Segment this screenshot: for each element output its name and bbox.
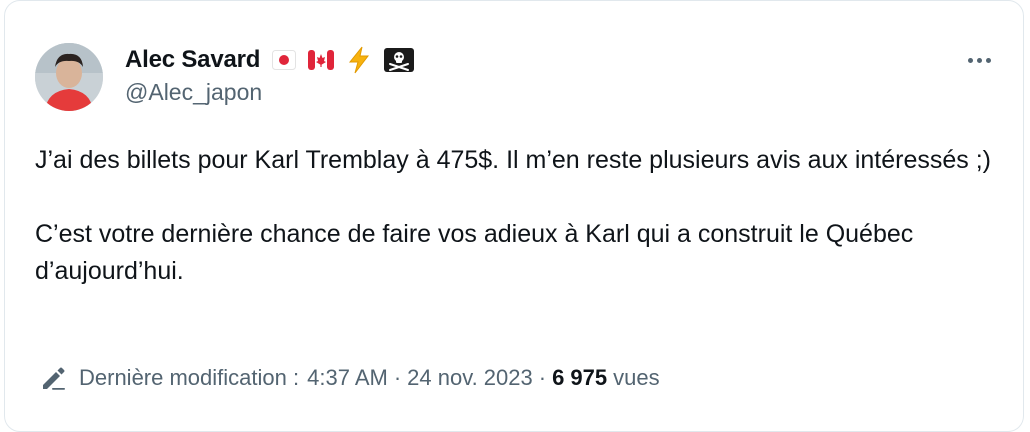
views-label: vues [613, 365, 660, 390]
tweet-paragraph: C’est votre dernière chance de faire vos… [35, 220, 914, 285]
views-count: 6 975 [552, 365, 608, 390]
lightning-icon [346, 46, 372, 74]
tweet-card: Alec Savard @Alec_japon J’ai des billets… [4, 0, 1024, 432]
pirate-flag-icon [384, 48, 415, 72]
avatar-image [35, 43, 103, 111]
author-name-row: Alec Savard [125, 45, 415, 75]
more-dot-icon [985, 57, 991, 63]
tweet-meta: Dernière modification : 4:37 AM · 24 nov… [39, 363, 660, 393]
tweet-paragraph: J’ai des billets pour Karl Tremblay à 47… [35, 146, 991, 174]
author-display-name[interactable]: Alec Savard [125, 46, 260, 74]
tweet-time[interactable]: 4:37 AM [307, 365, 388, 391]
tweet-text: J’ai des billets pour Karl Tremblay à 47… [35, 142, 995, 290]
more-dot-icon [976, 57, 982, 63]
separator-dot: · [393, 365, 402, 390]
avatar[interactable] [35, 43, 103, 111]
more-dot-icon [967, 57, 973, 63]
japan-flag-icon [272, 50, 297, 70]
author-handle[interactable]: @Alec_japon [125, 79, 262, 106]
separator-dot: · [538, 365, 547, 390]
edited-label[interactable]: Dernière modification : [79, 365, 299, 391]
more-options-button[interactable] [963, 49, 995, 71]
canada-flag-icon [308, 50, 335, 70]
pencil-icon [39, 363, 69, 393]
tweet-date[interactable]: 24 nov. 2023 [407, 365, 533, 391]
